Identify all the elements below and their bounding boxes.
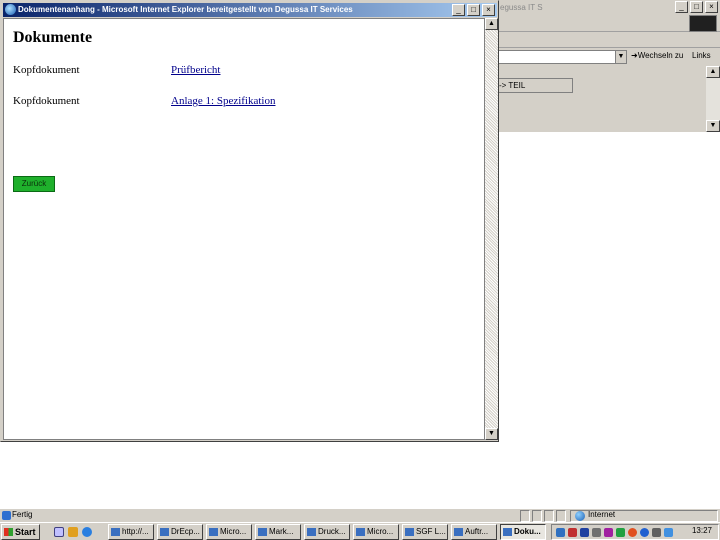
media-icon[interactable] bbox=[68, 527, 78, 537]
close-button[interactable]: × bbox=[482, 4, 495, 16]
window-icon bbox=[160, 528, 169, 536]
links-button[interactable]: Links bbox=[692, 51, 711, 60]
window-icon bbox=[307, 528, 316, 536]
background-scrollbar[interactable]: ▲ ▼ bbox=[706, 66, 720, 132]
taskbar-button[interactable]: Druck... bbox=[304, 524, 350, 540]
document-link[interactable]: Anlage 1: Spezifikation bbox=[171, 95, 275, 107]
taskbar-button-active[interactable]: Doku... bbox=[500, 524, 546, 540]
window-icon bbox=[405, 528, 414, 536]
page-icon bbox=[2, 511, 11, 520]
maximize-button[interactable]: □ bbox=[467, 4, 480, 16]
start-label: Start bbox=[15, 527, 36, 537]
window-icon bbox=[111, 528, 120, 536]
windows-logo-icon bbox=[4, 528, 13, 536]
taskbar-button[interactable]: SGF L... bbox=[402, 524, 448, 540]
go-button[interactable]: ➜Wechseln zu bbox=[631, 51, 683, 60]
minimize-button[interactable]: _ bbox=[675, 1, 688, 13]
background-page-content: -> TEIL bbox=[497, 66, 720, 132]
minimize-button[interactable]: _ bbox=[452, 4, 465, 16]
status-bar: Fertig Internet bbox=[0, 508, 720, 522]
menu-bar bbox=[497, 16, 720, 32]
background-title-text: egussa IT S bbox=[500, 3, 543, 12]
zone-text: Internet bbox=[588, 510, 616, 519]
tray-icon[interactable] bbox=[592, 528, 601, 537]
chevron-down-icon[interactable]: ▼ bbox=[615, 51, 626, 63]
background-text-field[interactable]: -> TEIL bbox=[497, 78, 573, 93]
start-button[interactable]: Start bbox=[1, 524, 40, 540]
document-link[interactable]: Prüfbericht bbox=[171, 64, 220, 76]
background-title-bar[interactable]: egussa IT S _ □ × bbox=[497, 0, 720, 16]
status-cell bbox=[520, 510, 530, 522]
windows-throbber-icon bbox=[689, 15, 717, 32]
taskbar-button[interactable]: Micro... bbox=[353, 524, 399, 540]
tray-icon[interactable] bbox=[616, 528, 625, 537]
back-button[interactable]: Zurück bbox=[13, 176, 55, 192]
tray-icon[interactable] bbox=[568, 528, 577, 537]
tray-icon[interactable] bbox=[556, 528, 565, 537]
show-desktop-icon[interactable] bbox=[54, 527, 64, 537]
maximize-button[interactable]: □ bbox=[690, 1, 703, 13]
address-bar: ▼ ➜Wechseln zu Links bbox=[497, 48, 720, 66]
status-cell bbox=[556, 510, 566, 522]
clock[interactable]: 13:27 bbox=[692, 526, 712, 535]
tray-icon[interactable] bbox=[652, 528, 661, 537]
status-cell bbox=[532, 510, 542, 522]
document-type-label: Kopfdokument bbox=[13, 64, 80, 76]
popup-content: Dokumente Kopfdokument Prüfbericht Kopfd… bbox=[3, 18, 485, 440]
window-icon bbox=[356, 528, 365, 536]
popup-title-text: Dokumentenanhang - Microsoft Internet Ex… bbox=[18, 5, 353, 14]
scroll-up-icon[interactable]: ▲ bbox=[485, 18, 498, 30]
taskbar-button[interactable]: DrEcp... bbox=[157, 524, 203, 540]
taskbar-button[interactable]: Mark... bbox=[255, 524, 301, 540]
taskbar: Start http://... DrEcp... Micro... Mark.… bbox=[0, 522, 720, 540]
globe-icon bbox=[575, 511, 585, 521]
status-cell bbox=[544, 510, 554, 522]
document-popup-window: Dokumentenanhang - Microsoft Internet Ex… bbox=[0, 0, 499, 442]
close-button[interactable]: × bbox=[705, 1, 718, 13]
tray-icon[interactable] bbox=[580, 528, 589, 537]
address-input[interactable]: ▼ bbox=[497, 50, 627, 64]
toolbar bbox=[497, 32, 720, 48]
window-icon bbox=[454, 528, 463, 536]
internet-explorer-icon bbox=[5, 4, 16, 15]
page-title: Dokumente bbox=[13, 29, 93, 46]
scroll-down-icon[interactable]: ▼ bbox=[485, 428, 498, 440]
window-icon bbox=[258, 528, 267, 536]
taskbar-button[interactable]: Micro... bbox=[206, 524, 252, 540]
tray-icon[interactable] bbox=[604, 528, 613, 537]
window-icon bbox=[209, 528, 218, 536]
tray-icon[interactable] bbox=[628, 528, 637, 537]
system-tray: 13:27 bbox=[551, 524, 719, 540]
internet-explorer-icon[interactable] bbox=[82, 527, 92, 537]
tray-icon[interactable] bbox=[640, 528, 649, 537]
document-type-label: Kopfdokument bbox=[13, 95, 80, 107]
popup-scrollbar[interactable]: ▲ ▼ bbox=[485, 18, 498, 440]
taskbar-button[interactable]: http://... bbox=[108, 524, 154, 540]
status-text: Fertig bbox=[12, 510, 33, 519]
scroll-up-icon[interactable]: ▲ bbox=[706, 66, 720, 78]
tray-icon[interactable] bbox=[664, 528, 673, 537]
scroll-down-icon[interactable]: ▼ bbox=[706, 120, 720, 132]
taskbar-button[interactable]: Auftr... bbox=[451, 524, 497, 540]
popup-title-bar[interactable]: Dokumentenanhang - Microsoft Internet Ex… bbox=[3, 3, 497, 17]
window-icon bbox=[503, 528, 512, 536]
